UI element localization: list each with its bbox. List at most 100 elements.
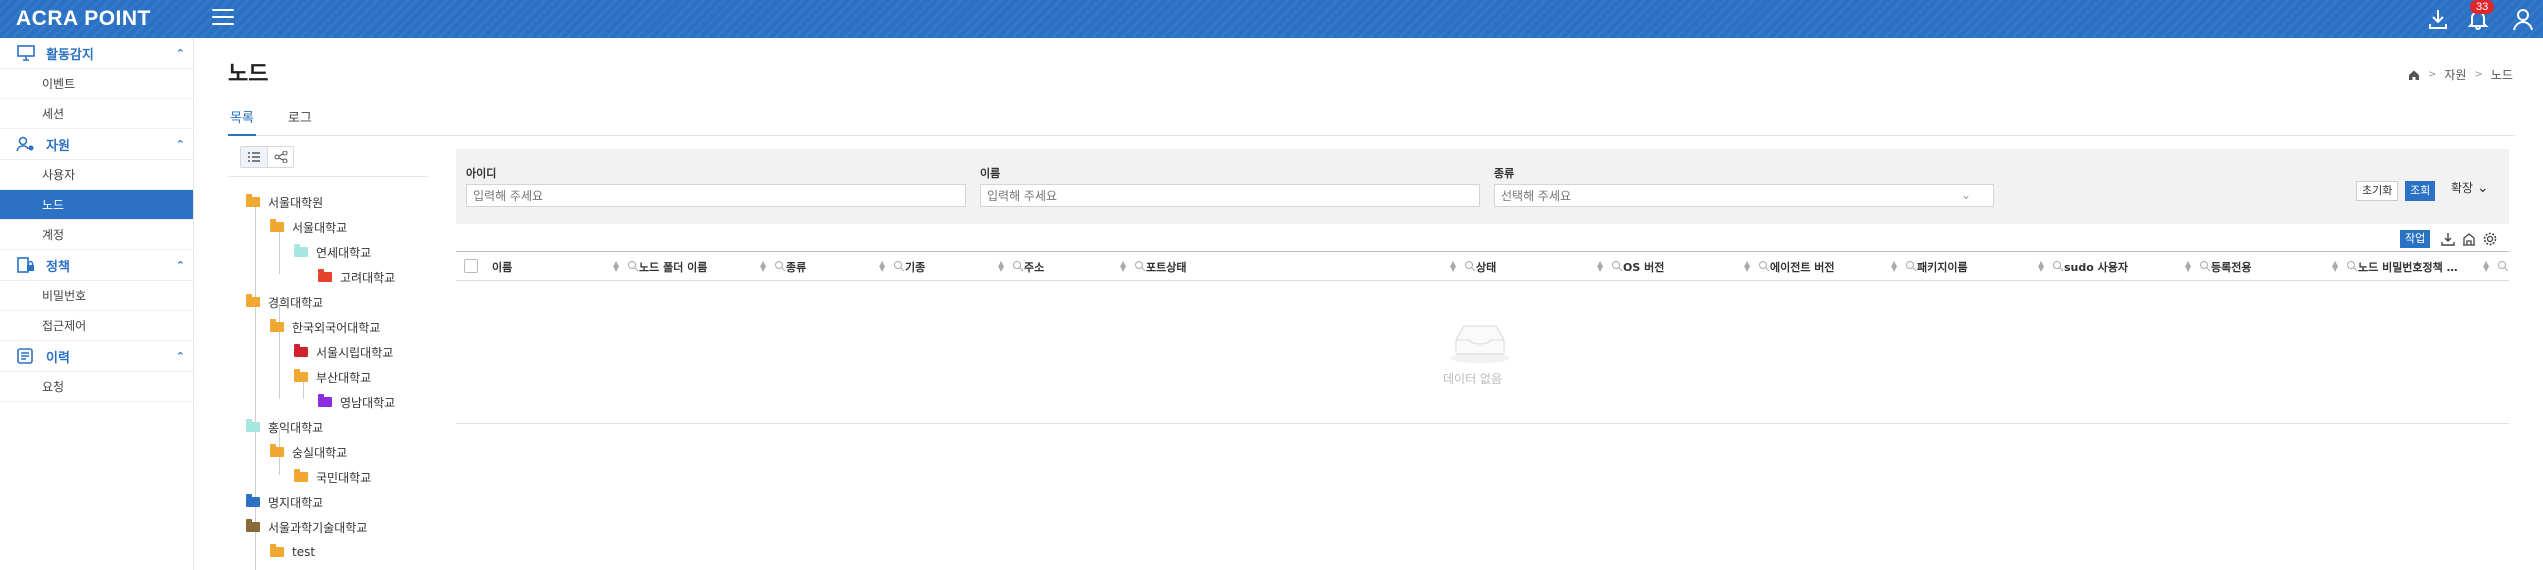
- column-header-port-status[interactable]: 포트상태: [1146, 252, 1186, 282]
- column-search-icon[interactable]: [2199, 260, 2211, 272]
- sort-icon[interactable]: ▲ ▼: [2332, 260, 2338, 273]
- column-header-os-version[interactable]: OS 버전: [1623, 252, 1664, 282]
- column-search-icon[interactable]: [1611, 260, 1623, 272]
- tree-node[interactable]: 서울시립대학교: [294, 342, 393, 362]
- search-button[interactable]: 조회: [2405, 181, 2436, 201]
- column-header-folder[interactable]: 노드 폴더 이름: [639, 252, 707, 282]
- sidebar-item-sessions[interactable]: 세션: [0, 99, 193, 129]
- gear-icon[interactable]: [2482, 231, 2498, 247]
- tree-node[interactable]: 서울대학원: [246, 192, 323, 212]
- tree-node[interactable]: 연세대학교: [294, 242, 371, 262]
- sort-icon[interactable]: ▲ ▼: [2038, 260, 2044, 273]
- sort-icon[interactable]: ▲ ▼: [2185, 260, 2191, 273]
- building-icon[interactable]: [2461, 231, 2477, 247]
- sidebar-section-activity[interactable]: 활동감지 ⌃: [0, 38, 193, 69]
- sidebar-section-label: 이력: [46, 350, 70, 366]
- tree-node[interactable]: 서울대학교: [270, 217, 347, 237]
- column-header-model[interactable]: 기종: [905, 252, 925, 282]
- sort-icon[interactable]: ▲ ▼: [1450, 260, 1456, 273]
- sidebar-item-accounts[interactable]: 계정: [0, 220, 193, 250]
- folder-icon: [318, 269, 332, 282]
- sidebar-section-label: 정책: [46, 259, 70, 275]
- sidebar-item-access-control[interactable]: 접근제어: [0, 311, 193, 341]
- top-bar: ACRA POINT 33: [0, 0, 2543, 38]
- tree-node[interactable]: 숭실대학교: [270, 442, 347, 462]
- tab-list[interactable]: 목록: [228, 108, 256, 136]
- sort-icon[interactable]: ▲ ▼: [998, 260, 1004, 273]
- tree-node-label: 경희대학교: [268, 295, 324, 310]
- column-search-icon[interactable]: [893, 260, 905, 272]
- column-header-register-only[interactable]: 등록전용: [2211, 252, 2251, 282]
- sort-icon[interactable]: ▲ ▼: [613, 260, 619, 273]
- column-header-address[interactable]: 주소: [1024, 252, 1044, 282]
- column-header-status[interactable]: 상태: [1476, 252, 1496, 282]
- column-search-icon[interactable]: [774, 260, 786, 272]
- name-filter-input[interactable]: [980, 184, 1480, 207]
- sort-icon[interactable]: ▲ ▼: [1891, 260, 1897, 273]
- column-search-icon[interactable]: [2497, 260, 2509, 272]
- user-icon[interactable]: [2510, 6, 2536, 32]
- tree-node[interactable]: 서울과학기술대학교: [246, 517, 367, 537]
- column-header-sudo-user[interactable]: sudo 사용자: [2064, 252, 2128, 282]
- chevron-up-icon: ⌃: [175, 47, 185, 60]
- list-view-icon[interactable]: [241, 147, 267, 167]
- download-icon[interactable]: [2440, 231, 2456, 247]
- tab-log[interactable]: 로그: [286, 108, 314, 136]
- sort-icon[interactable]: ▲ ▼: [1744, 260, 1750, 273]
- share-tree-icon[interactable]: [267, 147, 293, 167]
- column-search-icon[interactable]: [2052, 260, 2064, 272]
- tree-node[interactable]: test: [270, 542, 315, 562]
- column-search-icon[interactable]: [1012, 260, 1024, 272]
- task-button[interactable]: 작업: [2400, 230, 2431, 248]
- column-search-icon[interactable]: [1464, 260, 1476, 272]
- column-header-package[interactable]: 패키지이름: [1917, 252, 1968, 282]
- sort-icon[interactable]: ▲ ▼: [1597, 260, 1603, 273]
- sort-icon[interactable]: ▲ ▼: [879, 260, 885, 273]
- column-search-icon[interactable]: [1758, 260, 1770, 272]
- folder-icon: [246, 494, 260, 507]
- tree-node[interactable]: 홍익대학교: [246, 417, 323, 437]
- column-search-icon[interactable]: [1905, 260, 1917, 272]
- menu-toggle-icon[interactable]: [212, 9, 234, 27]
- sidebar-item-password[interactable]: 비밀번호: [0, 281, 193, 311]
- type-filter-select[interactable]: [1494, 184, 1994, 207]
- sidebar-item-events[interactable]: 이벤트: [0, 69, 193, 99]
- download-icon[interactable]: [2425, 6, 2451, 32]
- sidebar-section-resources[interactable]: 자원 ⌃: [0, 129, 193, 160]
- folder-open-icon: [246, 294, 260, 307]
- tree-node[interactable]: 부산대학교: [294, 367, 371, 387]
- reset-button[interactable]: 초기화: [2356, 181, 2399, 201]
- tree-node[interactable]: 고려대학교: [318, 267, 395, 287]
- folder-open-icon: [246, 194, 260, 207]
- sidebar-section-history[interactable]: 이력 ⌃: [0, 341, 193, 372]
- chevron-up-icon: ⌃: [175, 259, 185, 272]
- app-logo[interactable]: ACRA POINT: [16, 4, 151, 34]
- sort-icon[interactable]: ▲ ▼: [2483, 260, 2489, 273]
- tree-node[interactable]: 영남대학교: [318, 392, 395, 412]
- sidebar-item-requests[interactable]: 요청: [0, 372, 193, 402]
- tree-node[interactable]: 경희대학교: [246, 292, 323, 312]
- expand-toggle[interactable]: 확장 ⌄: [2451, 179, 2489, 196]
- sidebar-item-nodes[interactable]: 노드: [0, 190, 193, 220]
- tree-node[interactable]: 국민대학교: [294, 467, 371, 487]
- column-search-icon[interactable]: [2346, 260, 2358, 272]
- column-header-password-policy[interactable]: 노드 비밀번호정책 …: [2358, 252, 2458, 282]
- id-filter-input[interactable]: [466, 184, 966, 207]
- column-search-icon[interactable]: [627, 260, 639, 272]
- tree-node[interactable]: 명지대학교: [246, 492, 323, 512]
- sort-icon[interactable]: ▲ ▼: [760, 260, 766, 273]
- column-header-type[interactable]: 종류: [786, 252, 806, 282]
- breadcrumb-level1[interactable]: 자원: [2444, 66, 2466, 83]
- home-icon[interactable]: [2408, 69, 2420, 81]
- column-header-name[interactable]: 이름: [492, 252, 512, 282]
- select-all-checkbox[interactable]: [464, 259, 478, 273]
- history-icon: [17, 348, 33, 364]
- sidebar-section-policy[interactable]: 정책 ⌃: [0, 250, 193, 281]
- column-search-icon[interactable]: [1134, 260, 1146, 272]
- tree-node[interactable]: 한국외국어대학교: [270, 317, 380, 337]
- search-filter-panel: 아이디 이름 종류 ⌄ 초기화 조회 확장 ⌄: [456, 149, 2509, 224]
- sidebar-item-users[interactable]: 사용자: [0, 160, 193, 190]
- tab-bar: 목록 로그: [228, 108, 2515, 136]
- column-header-agent-version[interactable]: 에이전트 버전: [1770, 252, 1835, 282]
- sort-icon[interactable]: ▲ ▼: [1120, 260, 1126, 273]
